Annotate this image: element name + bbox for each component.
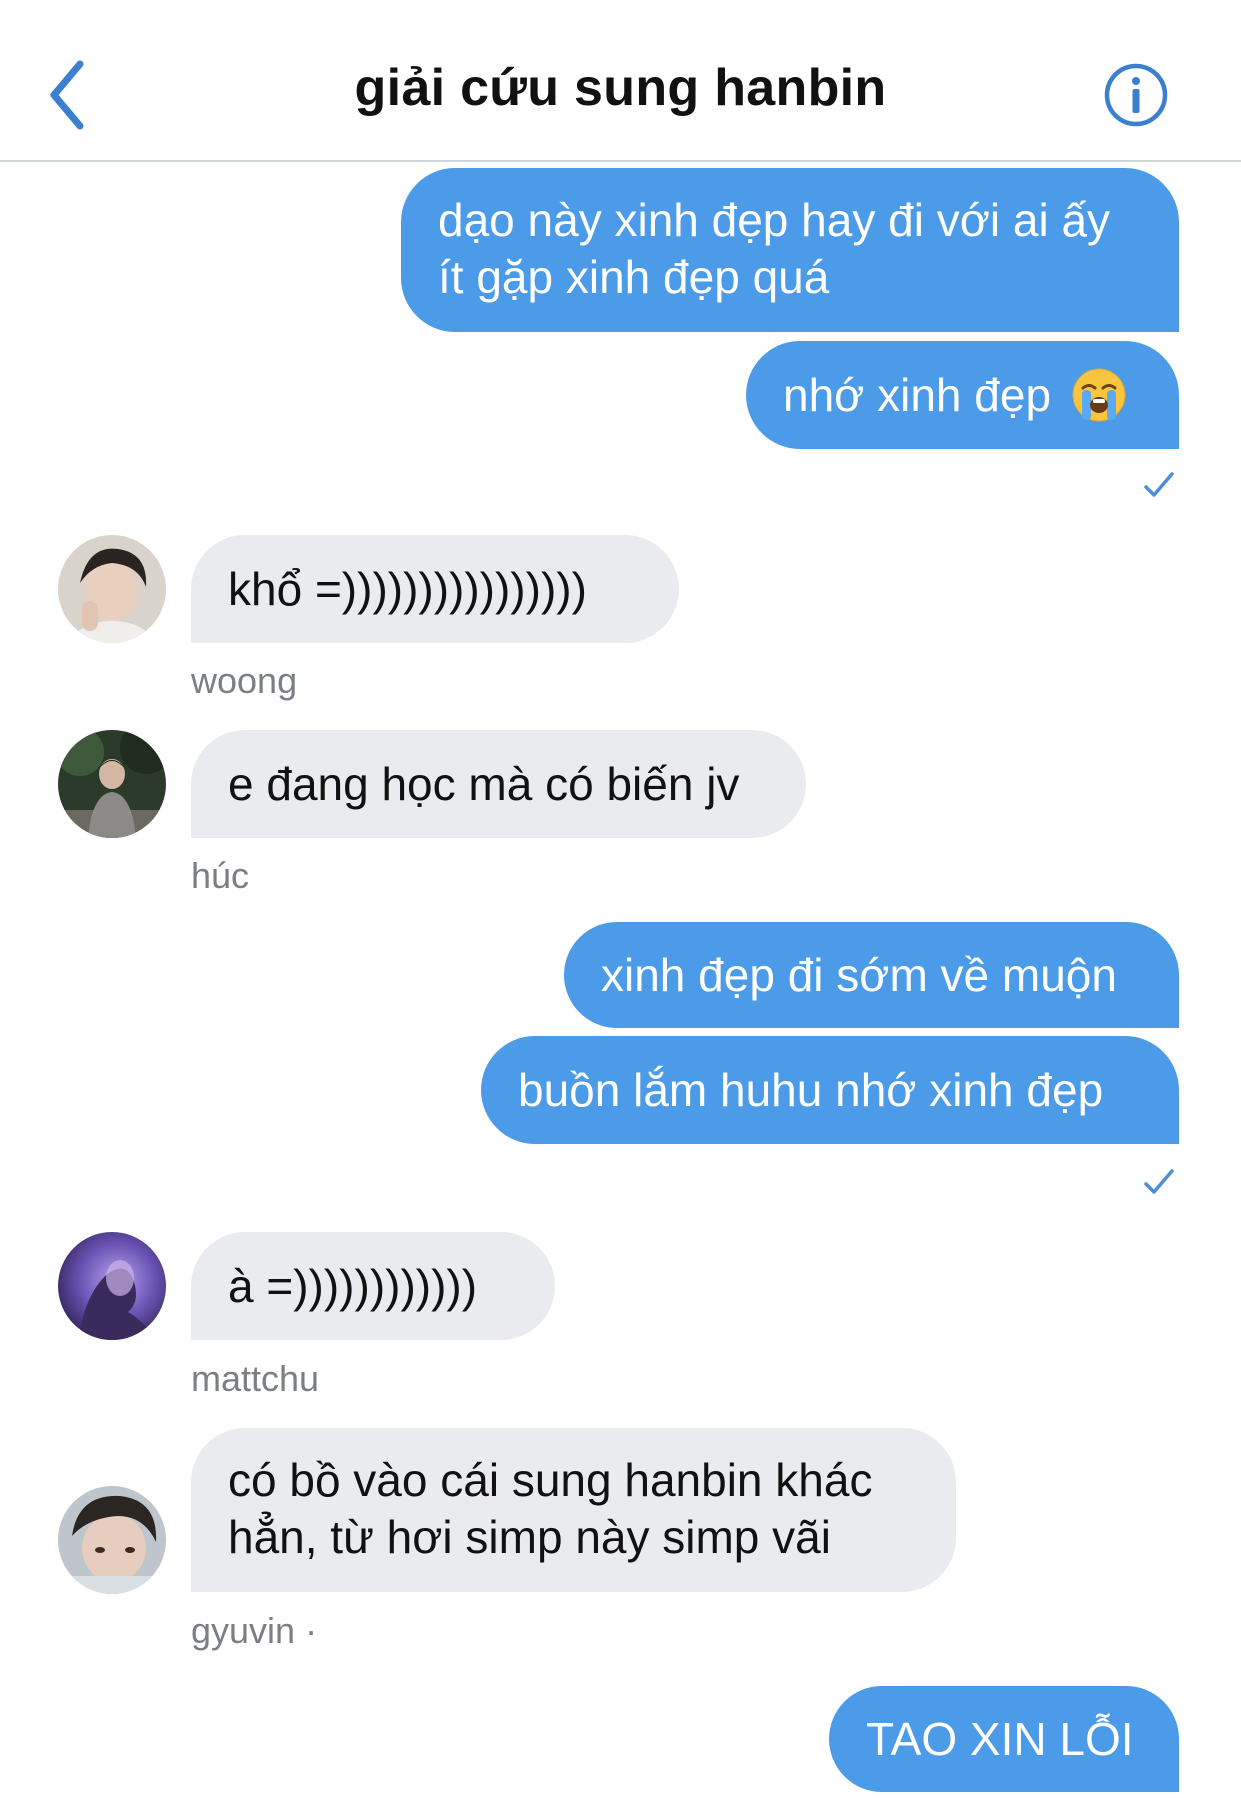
outgoing-message-bubble[interactable]: nhớ xinh đẹp	[746, 341, 1179, 449]
message-text: TAO XIN LỖI	[866, 1712, 1134, 1765]
message-text: e đang học mà có biến jv	[228, 757, 740, 810]
read-checkmark-icon	[1144, 1169, 1174, 1194]
loudly-crying-face-emoji	[1072, 368, 1126, 422]
outgoing-message-bubble[interactable]: xinh đẹp đi sớm về muộn	[564, 922, 1179, 1028]
read-checkmark-icon	[1144, 472, 1174, 497]
outgoing-message-bubble[interactable]: TAO XIN LỖI	[829, 1686, 1179, 1792]
avatar-huc[interactable]	[58, 730, 166, 838]
avatar-woong[interactable]	[58, 535, 166, 643]
avatar-mattchu[interactable]	[58, 1232, 166, 1340]
message-line: có bồ vào cái sung hanbin khác	[228, 1454, 873, 1506]
info-icon	[1104, 63, 1168, 127]
message-text: khổ =))))))))))))))))	[228, 562, 587, 615]
avatar-gyuvin[interactable]	[58, 1486, 166, 1594]
incoming-message-bubble[interactable]: khổ =))))))))))))))))	[191, 535, 679, 643]
avatar-photo	[58, 1232, 166, 1340]
message-text: nhớ xinh đẹp	[783, 368, 1052, 421]
message-text: buồn lắm huhu nhớ xinh đẹp	[518, 1063, 1104, 1116]
message-line: dạo này xinh đẹp hay đi với ai ấy	[438, 194, 1111, 246]
sender-name: gyuvin ·	[191, 1610, 318, 1651]
avatar-photo	[58, 730, 166, 838]
chat-header: giải cứu sung hanbin	[0, 0, 1241, 162]
conversation-title: giải cứu sung hanbin	[354, 59, 887, 117]
incoming-message-bubble[interactable]: e đang học mà có biến jv	[191, 730, 806, 838]
message-text: à =))))))))))))	[228, 1259, 478, 1312]
message-line: hẳn, từ hơi simp này simp vãi	[228, 1511, 831, 1563]
avatar-photo	[58, 1486, 166, 1594]
info-button[interactable]	[1103, 62, 1169, 128]
sender-name: mattchu	[191, 1358, 320, 1399]
outgoing-message-bubble[interactable]: dạo này xinh đẹp hay đi với ai ấy ít gặp…	[401, 168, 1179, 332]
message-line: ít gặp xinh đẹp quá	[438, 251, 830, 303]
incoming-message-bubble[interactable]: có bồ vào cái sung hanbin khác hẳn, từ h…	[191, 1428, 956, 1592]
message-text: xinh đẹp đi sớm về muộn	[601, 948, 1117, 1001]
outgoing-message-bubble[interactable]: buồn lắm huhu nhớ xinh đẹp	[481, 1036, 1179, 1144]
incoming-message-bubble[interactable]: à =))))))))))))	[191, 1232, 555, 1340]
avatar-photo	[58, 535, 166, 643]
sender-name: húc	[191, 855, 250, 896]
sender-name: woong	[191, 660, 298, 701]
